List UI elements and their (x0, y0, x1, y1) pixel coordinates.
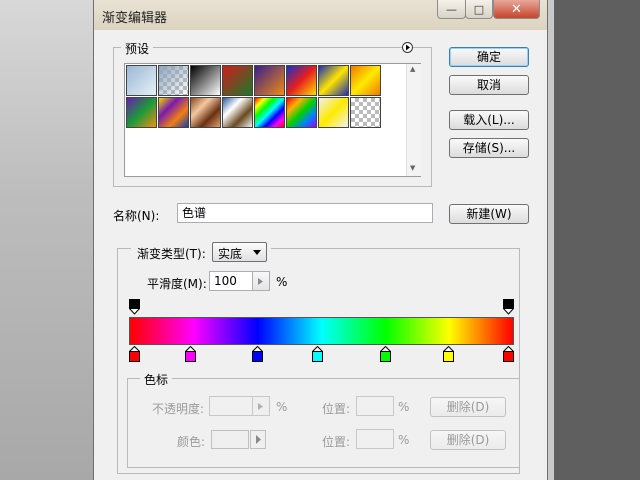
triangle-right-icon (258, 403, 263, 410)
color-stop-2[interactable] (251, 345, 265, 362)
delete-color-stop-button[interactable]: 删除(D) (430, 430, 506, 450)
color-label: 颜色: (177, 435, 206, 449)
name-label: 名称(N): (113, 209, 160, 223)
scroll-up-icon[interactable]: ▲ (410, 65, 415, 73)
chevron-down-icon (253, 250, 261, 255)
opacity-stop-1[interactable] (502, 299, 515, 315)
background-desktop-right (540, 0, 640, 480)
presets-menu-button[interactable] (402, 42, 413, 53)
presets-list: ▲ ▼ (124, 63, 421, 177)
preset-swatch-transparent-checker[interactable] (350, 97, 381, 128)
name-input[interactable]: 色谱 (177, 203, 433, 223)
preset-swatch-orange-yellow-orange[interactable] (350, 65, 381, 96)
color-swatch-field[interactable] (211, 430, 249, 449)
preset-swatch-violet-orange[interactable] (254, 65, 285, 96)
gradient-type-label: 渐变类型(T): (137, 247, 206, 261)
window-title: 渐变编辑器 (102, 11, 168, 26)
opacity-stop-0[interactable] (128, 299, 141, 315)
triangle-right-icon (258, 278, 263, 285)
preset-swatch-yellow-violet-orange-blue[interactable] (158, 97, 189, 128)
color-stops-legend: 色标 (140, 371, 173, 388)
smoothness-label: 平滑度(M): (147, 277, 207, 291)
opacity-location-label: 位置: (322, 402, 351, 416)
color-stops-group (127, 378, 520, 468)
scroll-down-icon[interactable]: ▼ (410, 164, 415, 172)
preset-swatch-red-green[interactable] (222, 65, 253, 96)
play-circle-icon (406, 44, 410, 51)
triangle-right-icon (256, 435, 261, 444)
opacity-label: 不透明度: (152, 402, 205, 416)
cancel-button[interactable]: 取消 (449, 75, 529, 95)
color-stop-1[interactable] (184, 345, 197, 362)
smoothness-input[interactable]: 100 (209, 271, 253, 291)
opacity-slider-button[interactable] (253, 396, 270, 416)
presets-scrollbar[interactable]: ▲ ▼ (406, 64, 421, 176)
close-button[interactable]: ✕ (493, 0, 540, 19)
preset-swatch-chrome[interactable] (222, 97, 253, 128)
dialog-content: 预设 ▲ ▼ 确定 取消 载入(L)... 存储(S)... 名称(N): 色谱… (98, 30, 543, 480)
color-stop-4[interactable] (378, 345, 392, 362)
color-stop-0[interactable] (128, 345, 141, 362)
color-stop-3[interactable] (311, 345, 324, 362)
preset-swatch-blue-red-yellow[interactable] (286, 65, 317, 96)
color-picker-button[interactable] (250, 430, 266, 449)
gradient-editor-dialog: 渐变编辑器 — □ ✕ 预设 ▲ ▼ 确定 取消 载入(L)... 存储(S).… (93, 0, 548, 480)
color-location-unit: % (398, 433, 410, 447)
color-location-label: 位置: (322, 435, 351, 449)
delete-opacity-stop-button[interactable]: 删除(D) (430, 397, 506, 417)
smoothness-slider-button[interactable] (253, 271, 270, 291)
opacity-unit: % (276, 400, 288, 414)
close-icon: ✕ (511, 1, 522, 17)
preset-swatch-spectrum[interactable] (254, 97, 285, 128)
maximize-button[interactable]: □ (465, 0, 493, 19)
preset-swatch-transparent-rainbow[interactable] (286, 97, 317, 128)
preset-swatch-blue-yellow-blue[interactable] (318, 65, 349, 96)
preset-swatch-foreground-to-transparent[interactable] (158, 65, 189, 96)
preset-swatch-black-white[interactable] (190, 65, 221, 96)
gradient-type-value: 实底 (218, 247, 243, 261)
color-location-input[interactable] (356, 429, 394, 449)
opacity-input[interactable] (209, 396, 253, 416)
minimize-icon: — (446, 2, 457, 16)
preset-swatch-transparent-stripes[interactable] (318, 97, 349, 128)
opacity-location-unit: % (398, 400, 410, 414)
preset-swatch-foreground-to-background[interactable] (126, 65, 157, 96)
save-button[interactable]: 存储(S)... (449, 138, 529, 158)
background-desktop-left (0, 0, 93, 480)
ok-button[interactable]: 确定 (449, 47, 529, 67)
maximize-icon: □ (473, 2, 485, 16)
smoothness-unit: % (276, 275, 288, 289)
gradient-preview-bar[interactable] (129, 317, 514, 345)
opacity-location-input[interactable] (356, 396, 394, 416)
preset-swatch-violet-green-orange[interactable] (126, 97, 157, 128)
color-stop-6[interactable] (502, 345, 515, 362)
load-button[interactable]: 载入(L)... (449, 110, 529, 130)
minimize-button[interactable]: — (437, 0, 466, 19)
new-button[interactable]: 新建(W) (449, 204, 529, 224)
preset-swatch-copper[interactable] (190, 97, 221, 128)
title-bar: 渐变编辑器 — □ ✕ (94, 0, 547, 30)
gradient-type-select[interactable]: 实底 (212, 242, 267, 262)
presets-legend: 预设 (121, 40, 154, 57)
color-stop-5[interactable] (442, 345, 455, 362)
